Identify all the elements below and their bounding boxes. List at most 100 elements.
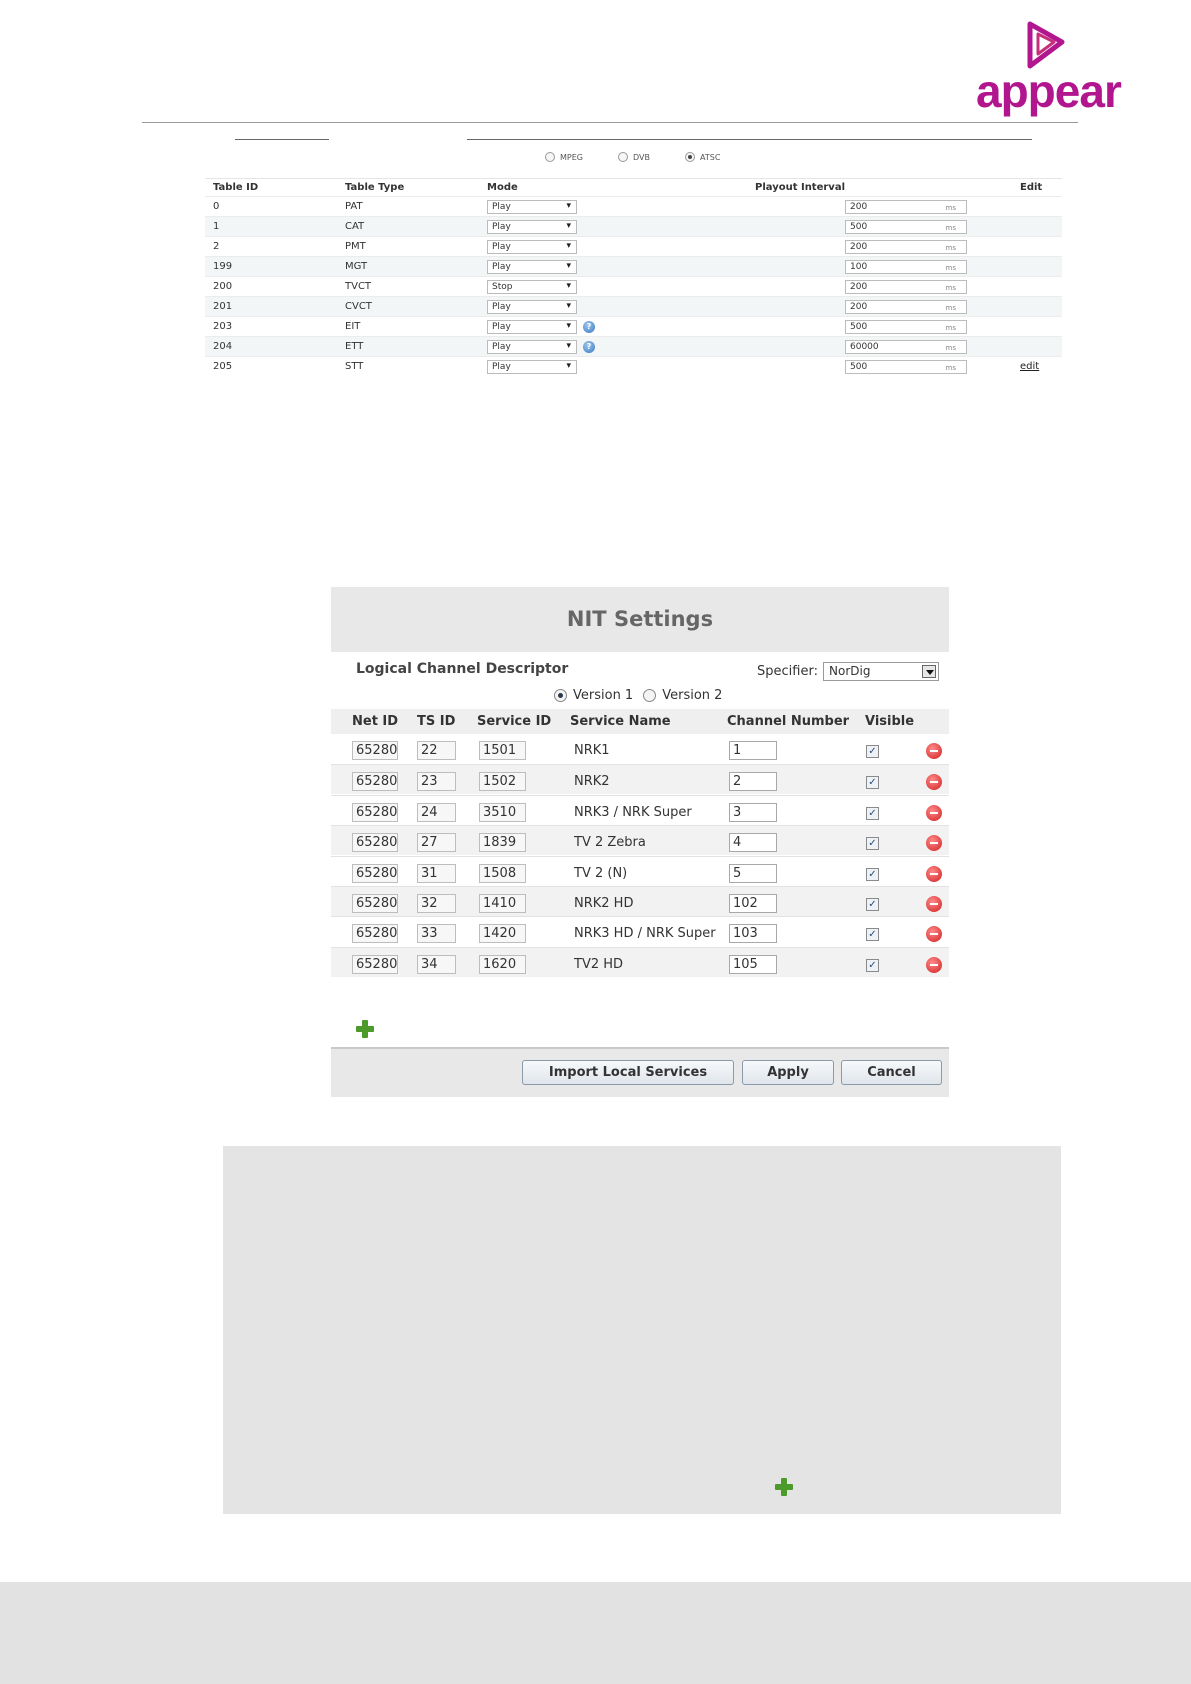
remove-icon[interactable] (926, 835, 942, 851)
ms-unit: ms (945, 263, 956, 272)
radio-circle[interactable] (618, 152, 628, 162)
header-mode: Mode (487, 182, 518, 193)
playout-interval-input[interactable]: 200 ms (845, 199, 967, 214)
interval-value: 60000 (850, 341, 879, 352)
table-id-cell: 2 (213, 241, 220, 252)
mode-select[interactable]: Stop (487, 279, 577, 294)
radio-mpeg[interactable]: MPEG (545, 152, 583, 162)
import-local-services-button[interactable]: Import Local Services (522, 1060, 734, 1085)
nit-settings-panel: NIT Settings Logical Channel Descriptor … (331, 587, 949, 1097)
playout-interval-input[interactable]: 200 ms (845, 239, 967, 254)
radio-version-2[interactable] (643, 689, 657, 702)
ms-unit: ms (945, 223, 956, 232)
net-id-field: 65280 (352, 741, 398, 760)
table-id-cell: 200 (213, 281, 233, 292)
remove-icon[interactable] (926, 743, 942, 759)
add-icon[interactable] (775, 1478, 793, 1496)
remove-icon[interactable] (926, 774, 942, 790)
visible-checkbox[interactable]: ✓ (866, 868, 879, 881)
playout-interval-input[interactable]: 500 ms (845, 319, 967, 334)
panel-title-bar: NIT Settings (331, 587, 949, 652)
table-row: 201 CVCT Play 200 ms (205, 296, 1062, 316)
ms-unit: ms (945, 303, 956, 312)
chevron-down-icon[interactable] (922, 665, 936, 678)
playout-interval-input[interactable]: 500 ms (845, 219, 967, 234)
ts-id-field: 24 (417, 803, 456, 822)
specifier-value: NorDig (829, 664, 871, 678)
playout-interval-input[interactable]: 200 ms (845, 279, 967, 294)
ts-id-field: 34 (417, 955, 456, 974)
remove-icon[interactable] (926, 896, 942, 912)
channel-number-input[interactable]: 4 (729, 833, 777, 852)
help-icon[interactable]: ? (583, 341, 595, 353)
tab-underline (235, 139, 329, 140)
mode-select[interactable]: Play (487, 339, 577, 354)
nit-service-row: 65280 23 1502 NRK2 2 ✓ (331, 764, 949, 794)
cancel-button[interactable]: Cancel (841, 1060, 942, 1085)
visible-checkbox[interactable]: ✓ (866, 745, 879, 758)
nit-service-row: 65280 22 1501 NRK1 1 ✓ (331, 734, 949, 764)
channel-number-input[interactable]: 105 (729, 955, 777, 974)
remove-icon[interactable] (926, 805, 942, 821)
header-playout-interval: Playout Interval (755, 182, 845, 193)
header-divider (142, 122, 1078, 123)
edit-link[interactable]: edit (1020, 361, 1039, 372)
remove-icon[interactable] (926, 866, 942, 882)
visible-checkbox[interactable]: ✓ (866, 837, 879, 850)
radio-circle[interactable] (545, 152, 555, 162)
service-id-field: 1508 (479, 864, 526, 883)
table-row: 203 EIT Play? 500 ms (205, 316, 1062, 336)
table-id-cell: 1 (213, 221, 220, 232)
channel-number-input[interactable]: 103 (729, 924, 777, 943)
interval-value: 200 (850, 241, 868, 252)
help-icon[interactable]: ? (583, 321, 595, 333)
channel-number-input[interactable]: 2 (729, 772, 777, 791)
playout-interval-input[interactable]: 500 ms (845, 359, 967, 374)
service-id-field: 1410 (479, 894, 526, 913)
channel-number-input[interactable]: 1 (729, 741, 777, 760)
channel-number-input[interactable]: 5 (729, 864, 777, 883)
radio-circle-selected[interactable] (685, 152, 695, 162)
visible-checkbox[interactable]: ✓ (866, 928, 879, 941)
interval-value: 500 (850, 361, 868, 372)
table-type-cell: TVCT (345, 281, 372, 292)
visible-checkbox[interactable]: ✓ (866, 807, 879, 820)
playout-interval-input[interactable]: 60000 ms (845, 339, 967, 354)
visible-checkbox[interactable]: ✓ (866, 898, 879, 911)
channel-number-input[interactable]: 3 (729, 803, 777, 822)
mode-select[interactable]: Play (487, 219, 577, 234)
interval-value: 500 (850, 321, 868, 332)
ts-id-field: 22 (417, 741, 456, 760)
visible-checkbox[interactable]: ✓ (866, 959, 879, 972)
visible-checkbox[interactable]: ✓ (866, 776, 879, 789)
service-id-field: 3510 (479, 803, 526, 822)
interval-value: 200 (850, 281, 868, 292)
net-id-field: 65280 (352, 924, 398, 943)
table-row: 205 STT Play 500 ms edit (205, 356, 1062, 376)
logo-play-mark (1027, 21, 1065, 69)
note-box (223, 1146, 1061, 1514)
header-channel-number: Channel Number (727, 714, 850, 729)
nit-service-row: 65280 24 3510 NRK3 / NRK Super 3 ✓ (331, 795, 949, 825)
playout-interval-input[interactable]: 100 ms (845, 259, 967, 274)
nit-service-row: 65280 33 1420 NRK3 HD / NRK Super 103 ✓ (331, 916, 949, 946)
mode-select[interactable]: Play (487, 319, 577, 334)
channel-number-input[interactable]: 102 (729, 894, 777, 913)
radio-atsc[interactable]: ATSC (685, 152, 720, 162)
mode-select[interactable]: Play (487, 239, 577, 254)
table-id-cell: 204 (213, 341, 233, 352)
add-icon[interactable] (356, 1020, 374, 1038)
radio-version-1[interactable] (554, 689, 567, 702)
mode-select[interactable]: Play (487, 199, 577, 214)
remove-icon[interactable] (926, 926, 942, 942)
radio-dvb[interactable]: DVB (618, 152, 650, 162)
remove-icon[interactable] (926, 957, 942, 973)
mode-select[interactable]: Play (487, 299, 577, 314)
mode-select[interactable]: Play (487, 259, 577, 274)
playout-interval-input[interactable]: 200 ms (845, 299, 967, 314)
table-type-cell: STT (345, 361, 364, 372)
specifier-select[interactable]: NorDig (823, 662, 939, 681)
mode-select[interactable]: Play (487, 359, 577, 374)
apply-button[interactable]: Apply (742, 1060, 834, 1085)
logical-channel-descriptor-label: Logical Channel Descriptor (356, 661, 569, 677)
